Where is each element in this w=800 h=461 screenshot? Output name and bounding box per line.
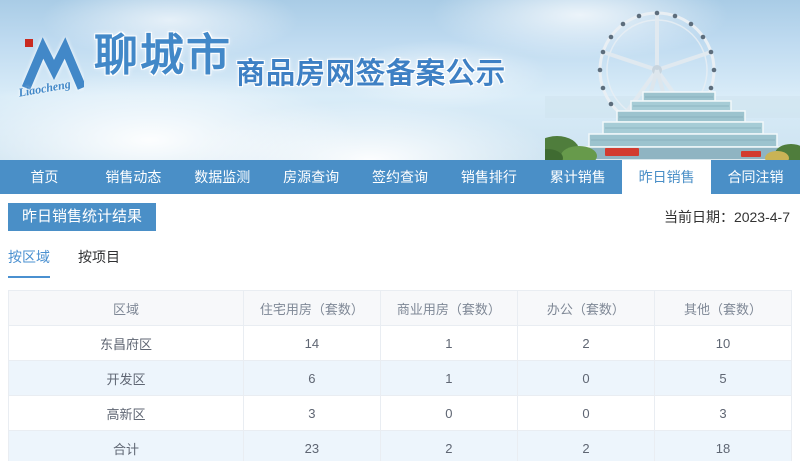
tab-by-project[interactable]: 按项目: [78, 247, 120, 278]
table-cell: 3: [242, 395, 381, 431]
table-row: 合计 23 2 2 18: [8, 430, 793, 461]
table-header-cell: 商业用房（套数）: [379, 290, 518, 326]
table-row: 开发区 6 1 0 5: [8, 360, 793, 396]
nav-item-contract-cancellation[interactable]: 合同注销: [711, 160, 800, 194]
table-cell: 23: [242, 430, 381, 461]
table-cell: 0: [516, 360, 655, 396]
table-cell: 5: [653, 360, 793, 396]
site-banner: Liaocheng 聊城市 商品房网签备案公示: [0, 0, 800, 160]
table-cell: 2: [516, 325, 655, 361]
table-cell: 18: [653, 430, 793, 461]
table-body: 东昌府区 14 1 2 10 开发区 6 1 0 5 高新区 3 0 0 3 合计 23 2 2 18: [8, 325, 793, 461]
app-window: Liaocheng 聊城市 商品房网签备案公示 首页 销售动态 数据监测 房源查…: [0, 0, 800, 461]
table-row: 高新区 3 0 0 3: [8, 395, 793, 431]
table-cell: 合计: [8, 430, 244, 461]
nav-item-listing-query[interactable]: 房源查询: [267, 160, 356, 194]
table-header-cell: 其他（套数）: [653, 290, 793, 326]
main-content: 昨日销售统计结果 当前日期：2023-4-7 按区域 按项目 区域 住宅用房（套数）…: [0, 194, 800, 461]
table-cell: 高新区: [8, 395, 244, 431]
ferris-wheel-photo: [545, 10, 800, 160]
view-tabs: 按区域 按项目: [8, 247, 792, 278]
table-cell: 2: [379, 430, 518, 461]
site-logo: Liaocheng 聊城市 商品房网签备案公示: [17, 31, 507, 100]
table-header-cell: 区域: [8, 290, 244, 326]
nav-item-sales-ranking[interactable]: 销售排行: [444, 160, 533, 194]
table-header-cell: 住宅用房（套数）: [242, 290, 381, 326]
table-cell: 开发区: [8, 360, 244, 396]
table-row: 东昌府区 14 1 2 10: [8, 325, 793, 361]
content-header: 昨日销售统计结果 当前日期：2023-4-7: [8, 203, 792, 231]
nav-item-cumulative-sales[interactable]: 累计销售: [533, 160, 622, 194]
table-cell: 6: [242, 360, 381, 396]
table-cell: 东昌府区: [8, 325, 244, 361]
sales-table: 区域 住宅用房（套数） 商业用房（套数） 办公（套数） 其他（套数） 东昌府区 14 1 2 1…: [8, 290, 793, 461]
table-cell: 10: [653, 325, 793, 361]
city-name-calligraphy: 聊城市: [94, 31, 232, 80]
logo-red-square: [25, 39, 33, 47]
nav-item-contract-query[interactable]: 签约查询: [356, 160, 445, 194]
table-cell: 3: [653, 395, 793, 431]
nav-item-data-monitoring[interactable]: 数据监测: [178, 160, 267, 194]
tab-by-region[interactable]: 按区域: [8, 247, 50, 278]
table-header-row: 区域 住宅用房（套数） 商业用房（套数） 办公（套数） 其他（套数）: [8, 290, 793, 326]
table-cell: 0: [516, 395, 655, 431]
current-date-label: 当前日期：2023-4-7: [663, 209, 790, 225]
table-cell: 1: [379, 325, 518, 361]
section-title-badge: 昨日销售统计结果: [8, 203, 157, 231]
site-title: 商品房网签备案公示: [236, 58, 507, 90]
nav-item-yesterday-sales[interactable]: 昨日销售: [622, 160, 712, 194]
table-cell: 1: [379, 360, 518, 396]
main-nav: 首页 销售动态 数据监测 房源查询 签约查询 销售排行 累计销售 昨日销售 合同注销: [0, 160, 800, 194]
table-cell: 0: [379, 395, 518, 431]
table-header-cell: 办公（套数）: [516, 290, 655, 326]
liaocheng-logo-mark-icon: Liaocheng: [17, 34, 87, 100]
table-cell: 14: [242, 325, 381, 361]
nav-item-home[interactable]: 首页: [0, 160, 89, 194]
table-cell: 2: [516, 430, 655, 461]
nav-item-sales-dynamics[interactable]: 销售动态: [89, 160, 178, 194]
